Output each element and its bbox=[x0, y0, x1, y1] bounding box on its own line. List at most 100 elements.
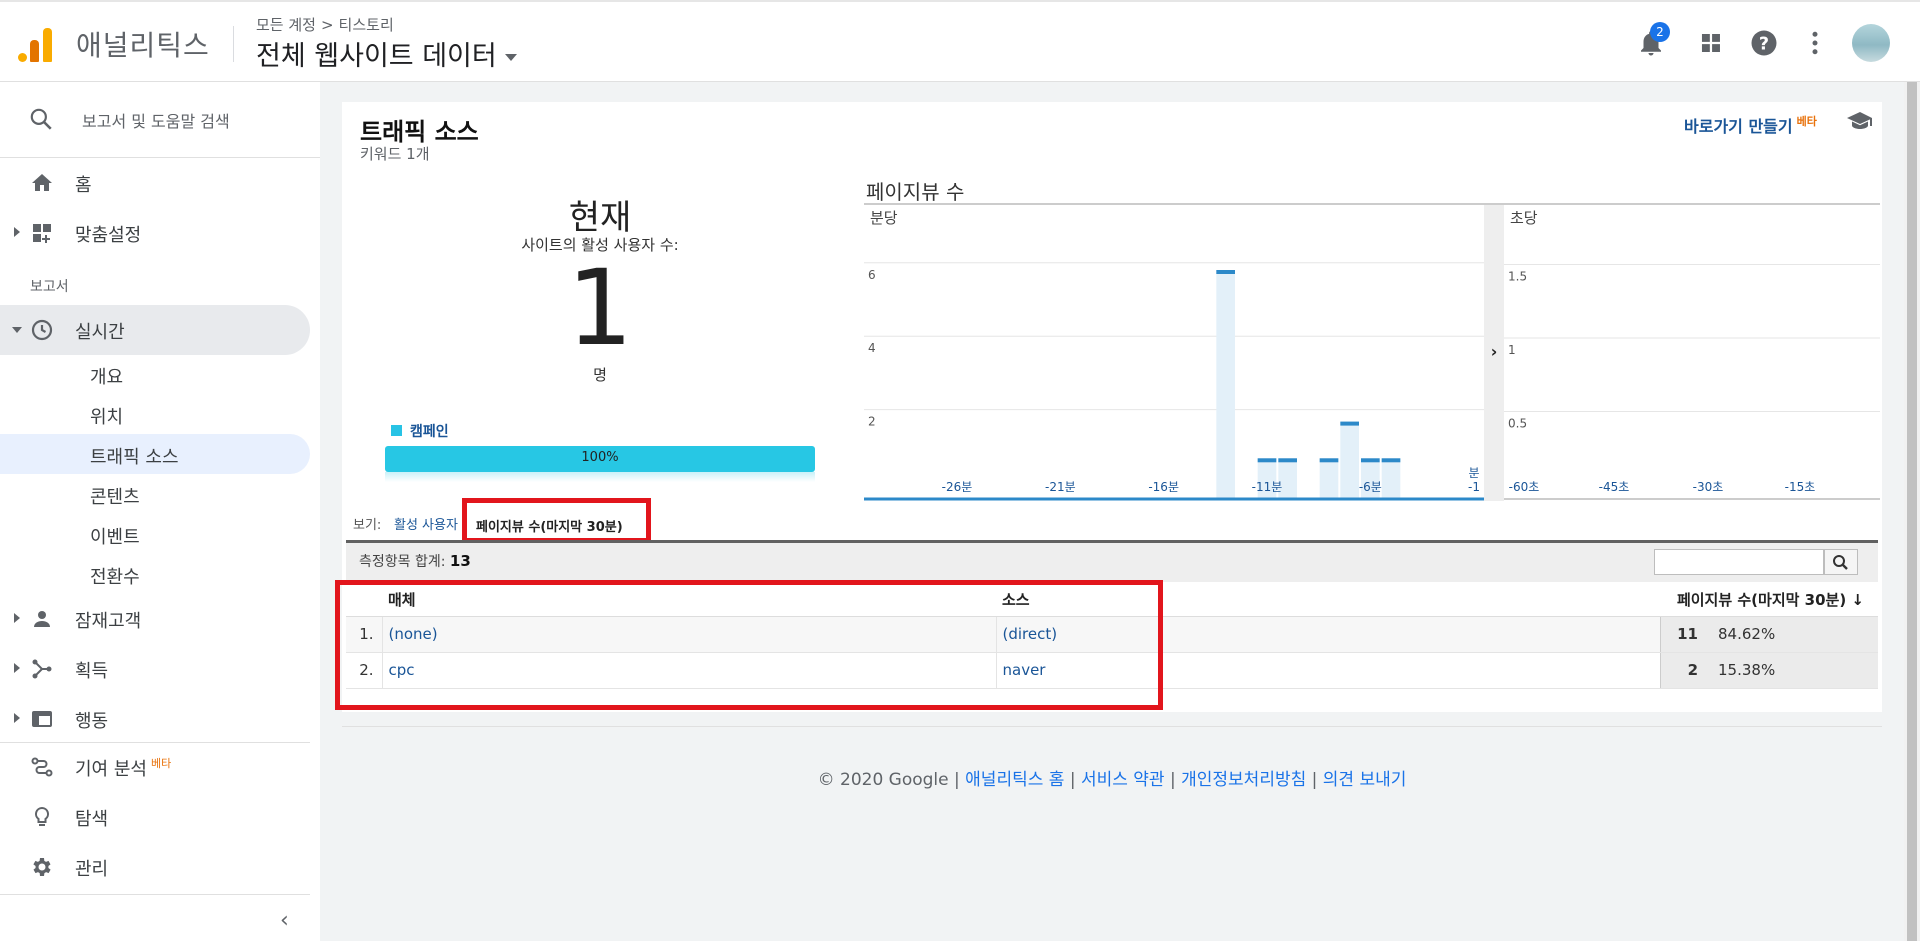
caret-down-icon bbox=[504, 54, 517, 61]
pageviews-chart: 분당 초당 2 4 6 -26분 -21분 -16분 -11분 -6분 분-1 › 0.5 1 1.5 -60… bbox=[864, 203, 1880, 501]
expand-arrow-icon bbox=[14, 713, 20, 723]
view-selector[interactable]: 전체 웹사이트 데이터 bbox=[256, 34, 517, 73]
sidebar-subitem-locations[interactable]: 위치 bbox=[0, 394, 310, 434]
behavior-icon bbox=[32, 711, 52, 727]
sidebar-subitem-conversions[interactable]: 전환수 bbox=[0, 554, 310, 594]
analytics-logo-icon[interactable] bbox=[18, 26, 52, 62]
lightbulb-icon bbox=[34, 806, 50, 826]
sidebar-item-label: 기여 분석 베타 bbox=[75, 755, 171, 781]
expand-arrow-icon bbox=[14, 227, 20, 237]
sidebar-item-label: 실시간 bbox=[75, 322, 125, 343]
chart-panel-label-per-minute: 분당 bbox=[870, 209, 898, 227]
footer-link-analytics-home[interactable]: 애널리틱스 홈 bbox=[965, 770, 1064, 790]
chart-x-tick-label: -60초 bbox=[1509, 480, 1540, 494]
sidebar-item-attribution[interactable]: 기여 분석 베타 bbox=[0, 742, 310, 792]
sidebar-subitem-overview[interactable]: 개요 bbox=[0, 354, 310, 394]
sidebar-subitem-label: 위치 bbox=[90, 407, 124, 428]
create-shortcut-link[interactable]: 바로가기 만들기 베타 bbox=[1684, 113, 1817, 137]
row-pageviews: 2 bbox=[1659, 652, 1704, 689]
sidebar-divider bbox=[0, 894, 310, 895]
highlight-box-table bbox=[335, 580, 1163, 710]
view-option-active-users[interactable]: 활성 사용자 bbox=[394, 514, 458, 533]
chart-bar bbox=[1381, 458, 1401, 463]
scrollbar-thumb[interactable] bbox=[1907, 82, 1917, 941]
breadcrumb-separator: > bbox=[320, 16, 334, 34]
chart-bar-fill bbox=[1216, 270, 1235, 499]
footer-link-privacy[interactable]: 개인정보처리방침 bbox=[1181, 770, 1306, 790]
sidebar-item-label: 탐색 bbox=[75, 809, 109, 830]
chart-panel-label-per-second: 초당 bbox=[1510, 209, 1538, 227]
svg-text:?: ? bbox=[1759, 34, 1769, 54]
chart-bar bbox=[1361, 458, 1380, 463]
campaign-share-label: 100% bbox=[581, 450, 619, 465]
card-bottom-border bbox=[342, 726, 1882, 727]
person-icon bbox=[34, 611, 50, 627]
expand-arrow-icon bbox=[14, 663, 20, 673]
row-percentage: 84.62% bbox=[1704, 616, 1878, 653]
help-icon: ? bbox=[1751, 30, 1777, 56]
chart-bar bbox=[1319, 458, 1339, 463]
chart-x-tick-label: -45초 bbox=[1599, 480, 1630, 494]
more-options-button[interactable] bbox=[1800, 28, 1830, 58]
table-header-pageviews[interactable]: 페이지뷰 수(마지막 30분) ↓ bbox=[1660, 584, 1878, 617]
help-button[interactable]: ? bbox=[1749, 28, 1779, 58]
page-scrollbar[interactable] bbox=[1904, 82, 1920, 941]
sidebar-item-customization[interactable]: 맞춤설정 bbox=[0, 208, 310, 258]
chart-x-tick-label: -30초 bbox=[1693, 480, 1724, 494]
chart-x-tick-label: -21분 bbox=[1045, 480, 1076, 494]
chart-bar bbox=[1257, 458, 1277, 463]
sidebar-item-realtime[interactable]: 실시간 bbox=[0, 305, 310, 355]
search-icon bbox=[1833, 555, 1848, 570]
chart-x-tick-label: -26분 bbox=[942, 480, 973, 494]
sidebar-item-behavior[interactable]: 행동 bbox=[0, 694, 310, 744]
footer-link-feedback[interactable]: 의견 보내기 bbox=[1323, 770, 1407, 790]
sidebar: 보고서 및 도움말 검색 홈 맞춤설정 보고서 실시간 개요 위치 트래픽 소스… bbox=[0, 82, 320, 941]
chart-x-tick-label: -1 bbox=[1468, 480, 1480, 494]
breadcrumb-account[interactable]: 모든 계정 bbox=[256, 16, 316, 34]
chart-y-tick-label: 1.5 bbox=[1508, 270, 1527, 284]
sidebar-item-discover[interactable]: 탐색 bbox=[0, 792, 310, 842]
sidebar-subitem-traffic-sources[interactable]: 트래픽 소스 bbox=[0, 434, 310, 474]
breadcrumb-property[interactable]: 티스토리 bbox=[339, 16, 394, 34]
chart-bar-fill bbox=[1319, 458, 1339, 499]
page-footer: © 2020 Google | 애널리틱스 홈 | 서비스 약관 | 개인정보처… bbox=[320, 765, 1904, 790]
footer-copyright: © 2020 Google bbox=[817, 770, 949, 790]
sidebar-subitem-label: 트래픽 소스 bbox=[90, 447, 179, 468]
sidebar-subitem-events[interactable]: 이벤트 bbox=[0, 514, 310, 554]
chart-y-tick-label: 0.5 bbox=[1508, 417, 1527, 431]
report-subtitle: 키워드 1개 bbox=[360, 145, 430, 163]
academy-cap-icon[interactable] bbox=[1846, 110, 1874, 132]
campaign-legend-label[interactable]: 캠페인 bbox=[410, 421, 449, 441]
metric-total-label: 측정항목 합계: bbox=[359, 554, 446, 570]
footer-link-terms[interactable]: 서비스 약관 bbox=[1081, 770, 1165, 790]
notification-badge: 2 bbox=[1650, 22, 1670, 42]
highlight-box-view-toggle bbox=[462, 498, 651, 543]
clock-icon bbox=[31, 319, 53, 341]
sidebar-subitem-label: 전환수 bbox=[90, 567, 140, 588]
pageviews-header-label: 페이지뷰 수(마지막 30분) bbox=[1676, 591, 1847, 610]
account-avatar[interactable] bbox=[1852, 24, 1890, 62]
breadcrumb[interactable]: 모든 계정 > 티스토리 bbox=[256, 14, 394, 35]
table-search-button[interactable] bbox=[1824, 549, 1858, 575]
metric-total-value: 13 bbox=[449, 552, 471, 570]
sidebar-item-admin[interactable]: 관리 bbox=[0, 842, 310, 892]
beta-badge: 베타 bbox=[1796, 115, 1817, 128]
search-placeholder: 보고서 및 도움말 검색 bbox=[82, 112, 230, 131]
sidebar-item-acquisition[interactable]: 획득 bbox=[0, 644, 310, 694]
more-vert-icon bbox=[1812, 31, 1818, 55]
table-search-input[interactable] bbox=[1654, 549, 1824, 575]
brand-name[interactable]: 애널리틱스 bbox=[76, 24, 210, 64]
notifications-button[interactable]: 2 bbox=[1636, 22, 1670, 58]
footer-separator: | bbox=[1069, 770, 1076, 790]
shortcut-label: 바로가기 만들기 bbox=[1684, 117, 1793, 136]
sidebar-item-audience[interactable]: 잠재고객 bbox=[0, 594, 310, 644]
gear-icon bbox=[33, 858, 51, 876]
apps-button[interactable] bbox=[1696, 28, 1726, 58]
sidebar-item-home[interactable]: 홈 bbox=[0, 158, 310, 208]
row-percentage: 15.38% bbox=[1704, 652, 1878, 689]
report-search[interactable]: 보고서 및 도움말 검색 bbox=[0, 82, 320, 158]
collapse-sidebar-chevron-icon[interactable]: ‹ bbox=[280, 908, 289, 933]
search-icon bbox=[30, 108, 52, 130]
sidebar-subitem-content[interactable]: 콘텐츠 bbox=[0, 474, 310, 514]
expand-chevron-icon[interactable]: › bbox=[1491, 342, 1498, 361]
